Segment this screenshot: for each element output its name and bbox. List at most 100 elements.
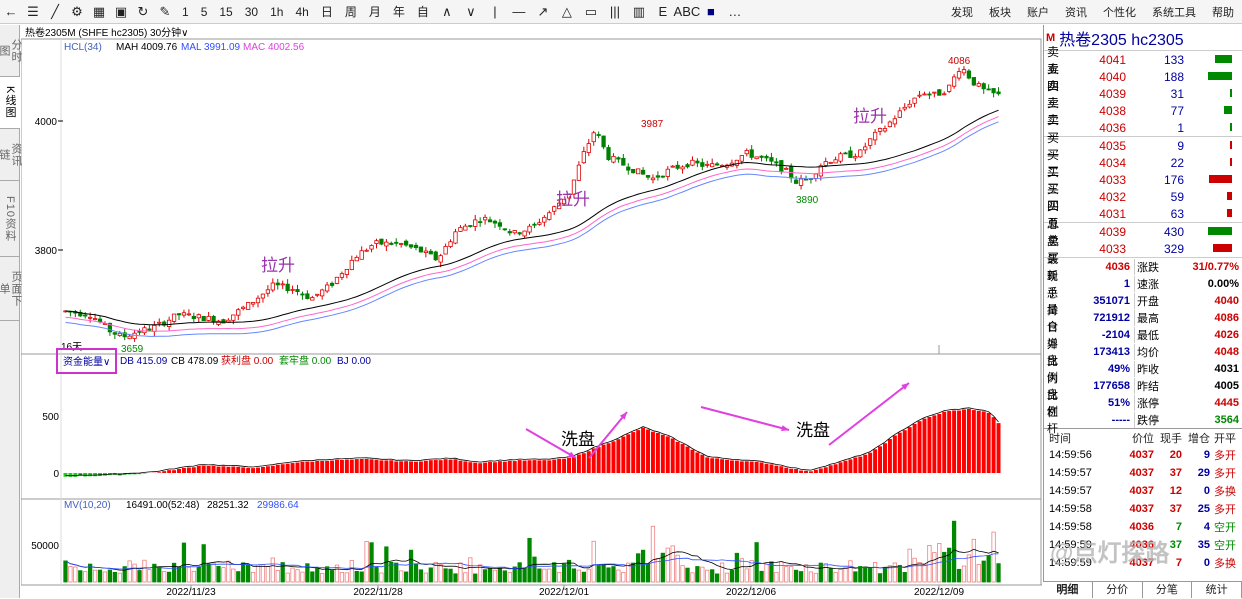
menu-item-6[interactable]: 帮助 <box>1204 4 1242 20</box>
ob-bar-track <box>1184 171 1242 188</box>
tool-icon[interactable]: ▭ <box>579 1 603 23</box>
vol-bar-down <box>138 571 141 582</box>
menu-item-5[interactable]: 系统工具 <box>1144 4 1204 20</box>
refresh-icon[interactable]: ↻ <box>132 1 154 23</box>
tick-time: 14:59:57 <box>1044 467 1112 479</box>
tool-icon[interactable]: | <box>483 1 507 23</box>
back-icon[interactable]: ← <box>0 1 22 23</box>
period-4h[interactable]: 4h <box>289 1 314 23</box>
fund-bar-pos <box>626 434 630 473</box>
fund-bar-pos <box>350 460 354 473</box>
left-tab-2[interactable]: 资讯链 <box>0 129 20 181</box>
vol-bar-down <box>854 572 857 582</box>
period-年[interactable]: 年 <box>387 1 411 23</box>
left-tab-1[interactable]: K线图 <box>0 77 20 129</box>
period-1[interactable]: 1 <box>176 1 195 23</box>
fund-bar-pos <box>616 439 620 473</box>
candle-down <box>661 176 664 177</box>
period-月[interactable]: 月 <box>363 1 387 23</box>
candle-up <box>898 111 901 117</box>
candle-up <box>281 284 284 285</box>
chart-area[interactable]: 热卷2305M (SHFE hc2305) 30分钟∨HCL(34)MAH 40… <box>21 25 1042 598</box>
candle-up <box>241 307 244 308</box>
ind-mah: MAH 4009.76 <box>116 42 178 53</box>
tool-icon[interactable]: ∧ <box>435 1 459 23</box>
left-tab-0[interactable]: 分时图 <box>0 25 20 77</box>
candle-up <box>942 94 945 95</box>
candle-up <box>251 302 254 304</box>
tool-icon[interactable]: ABC <box>675 1 699 23</box>
menu-icon[interactable]: ☰ <box>22 1 44 23</box>
vol-bar-up <box>320 573 323 582</box>
fund-bar-pos <box>177 469 181 473</box>
fund-bar-pos <box>918 421 922 473</box>
stat-label: 开盘 <box>1134 293 1168 309</box>
period-5[interactable]: 5 <box>195 1 214 23</box>
stat-value: 0.00% <box>1168 278 1242 290</box>
kline-chart-svg[interactable]: 热卷2305M (SHFE hc2305) 30分钟∨HCL(34)MAH 40… <box>21 25 1042 598</box>
bid-row-1: 买一40359 <box>1044 137 1242 154</box>
fund-bar-pos <box>700 455 704 473</box>
menu-item-3[interactable]: 资讯 <box>1057 4 1095 20</box>
candle-up <box>459 228 462 232</box>
period-自[interactable]: 自 <box>411 1 435 23</box>
settings-icon[interactable]: ⚙ <box>66 1 88 23</box>
left-tab-3[interactable]: F10资料 <box>0 181 20 257</box>
save-icon[interactable]: ▣ <box>110 1 132 23</box>
period-周[interactable]: 周 <box>339 1 363 23</box>
tool-icon[interactable]: ■ <box>699 1 723 23</box>
tool-icon[interactable]: E <box>651 1 675 23</box>
candle-up <box>375 241 378 244</box>
period-15[interactable]: 15 <box>213 1 238 23</box>
tool-icon[interactable]: … <box>723 1 747 23</box>
tool-icon[interactable]: ▥ <box>627 1 651 23</box>
vol-bar-up <box>222 568 225 582</box>
detail-tab-0[interactable]: 明细 <box>1043 582 1093 598</box>
fund-bar-pos <box>804 471 808 473</box>
tick-time: 14:59:58 <box>1044 503 1112 515</box>
menu-item-2[interactable]: 账户 <box>1019 4 1057 20</box>
tool-icon[interactable]: ∨ <box>459 1 483 23</box>
menu-item-1[interactable]: 板块 <box>981 4 1019 20</box>
vol-bar-up <box>701 567 704 582</box>
tool-icon[interactable]: — <box>507 1 531 23</box>
grid-icon[interactable]: ▦ <box>88 1 110 23</box>
left-tab-4[interactable]: 页面下单 <box>0 257 20 321</box>
vol-bar-up <box>967 555 970 582</box>
tick-row: 14:59:574037120多换 <box>1044 482 1242 500</box>
ask-row-2: 卖二403877 <box>1044 102 1242 119</box>
tick-head-open: 开平 <box>1210 430 1242 446</box>
detail-tab-1[interactable]: 分价 <box>1093 582 1143 598</box>
period-1h[interactable]: 1h <box>264 1 289 23</box>
vol-bar-down <box>419 570 422 582</box>
line-icon[interactable]: ╱ <box>44 1 66 23</box>
ob-price: 4041 <box>1068 53 1126 67</box>
annotation-wash-1: 洗盘 <box>561 430 595 449</box>
menu-item-0[interactable]: 发现 <box>943 4 981 20</box>
ask-row-3: 卖三403931 <box>1044 85 1242 102</box>
menu-item-4[interactable]: 个性化 <box>1095 4 1144 20</box>
candle-up <box>311 298 314 301</box>
fund-bar-pos <box>695 452 699 473</box>
vol-bar-down <box>859 566 862 582</box>
detail-tab-2[interactable]: 分笔 <box>1143 582 1193 598</box>
detail-tab-3[interactable]: 统计 <box>1192 582 1242 598</box>
draw-icon[interactable]: ✎ <box>154 1 176 23</box>
candle-down <box>508 231 511 232</box>
tool-icon[interactable]: ↗ <box>531 1 555 23</box>
period-30[interactable]: 30 <box>239 1 264 23</box>
fund-bar-pos <box>296 463 300 473</box>
fund-bar-pos <box>552 460 556 473</box>
tool-icon[interactable]: △ <box>555 1 579 23</box>
candle-up <box>232 315 235 320</box>
candle-down <box>478 222 481 223</box>
candle-up <box>197 315 200 318</box>
vol-bar-down <box>794 570 797 582</box>
tool-icon[interactable]: ||| <box>603 1 627 23</box>
vol-bar-up <box>192 571 195 582</box>
fund-bar-pos <box>982 411 986 473</box>
period-日[interactable]: 日 <box>315 1 339 23</box>
vol-bar-down <box>409 550 412 582</box>
fund-bar-pos <box>335 460 339 473</box>
fund-bar-pos <box>567 458 571 473</box>
